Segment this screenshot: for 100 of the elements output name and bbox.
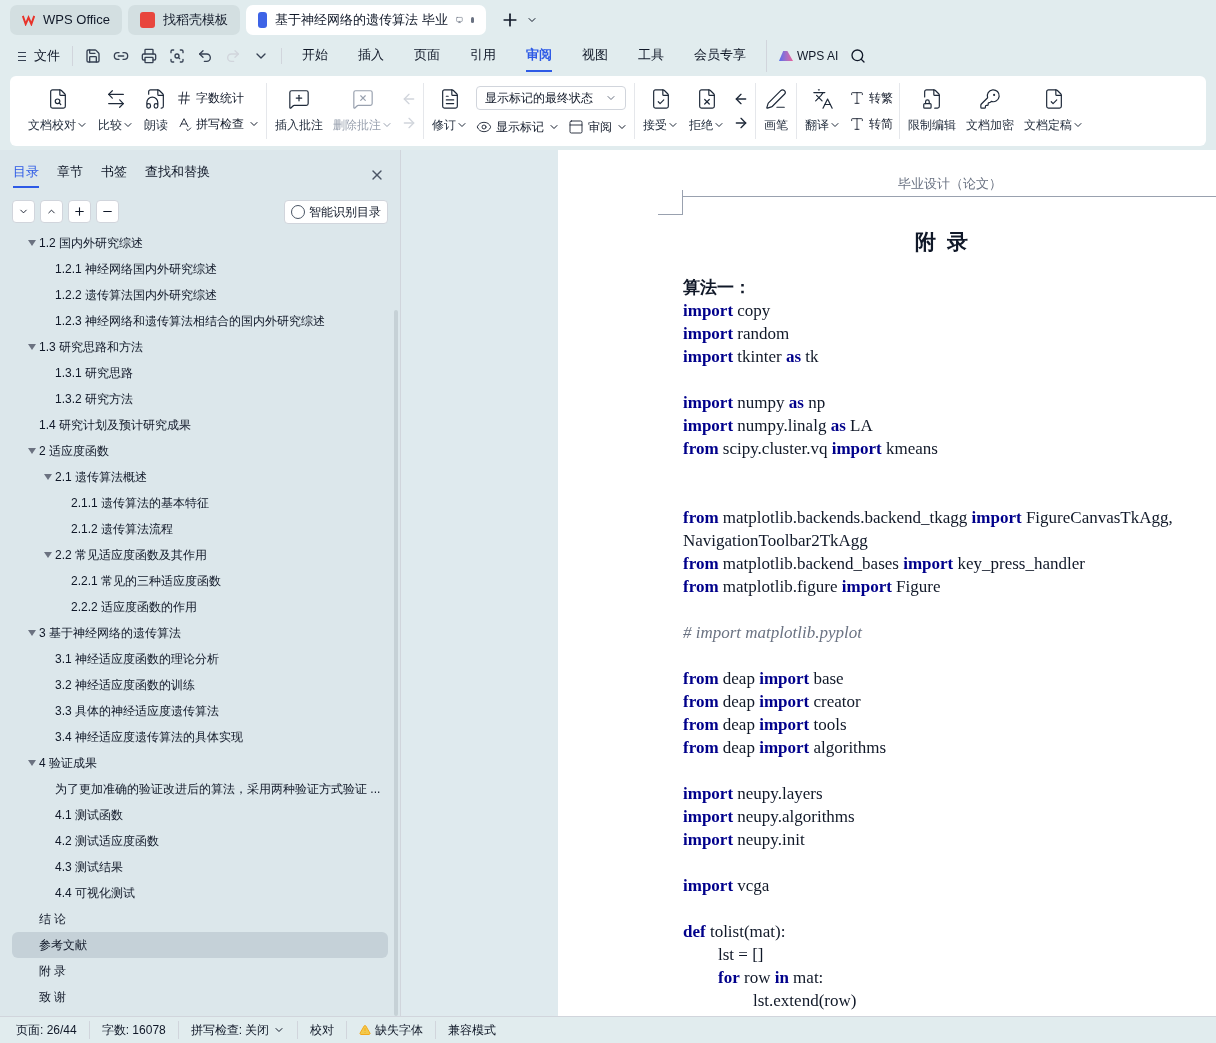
code-line: import neupy.init <box>683 829 806 851</box>
code-line: import neupy.layers <box>683 783 824 805</box>
expanded-triangle-icon[interactable] <box>44 551 52 558</box>
outline-item[interactable]: 1.2.1 神经网络国内外研究综述 <box>12 255 388 282</box>
ribbon-button[interactable]: 限制编辑 <box>906 88 958 134</box>
page-header: 毕业设计（论文） <box>683 174 1216 197</box>
outline-item[interactable]: 2.1.2 遗传算法流程 <box>12 515 388 542</box>
page-title: 附 录 <box>914 228 969 256</box>
sidebar-tab[interactable]: 查找和替换 <box>145 162 210 188</box>
expanded-triangle-icon[interactable] <box>28 239 36 246</box>
ribbon-button[interactable]: 文档定稿 <box>1022 88 1086 134</box>
search-icon[interactable] <box>850 48 867 64</box>
menu-tab[interactable]: 审阅 <box>526 40 552 72</box>
outline-item[interactable]: 1.3.1 研究思路 <box>12 359 388 386</box>
outline-item[interactable]: 1.4 研究计划及预计研究成果 <box>12 411 388 438</box>
previous-icon[interactable] <box>733 91 749 107</box>
sidebar-tab[interactable]: 目录 <box>13 162 39 188</box>
menu-tab[interactable]: 引用 <box>470 40 496 72</box>
outline-item[interactable]: 2 适应度函数 <box>12 437 388 464</box>
status-item[interactable]: 兼容模式 <box>435 1021 509 1039</box>
window-tab[interactable]: WPS Office <box>10 5 122 35</box>
smart-toc-button[interactable]: 智能识别目录 <box>284 199 388 224</box>
window-tab[interactable]: 找稻壳模板 <box>128 5 240 35</box>
expanded-triangle-icon[interactable] <box>28 759 36 766</box>
expanded-triangle-icon[interactable] <box>28 447 36 454</box>
sidebar-tab[interactable]: 章节 <box>57 162 83 188</box>
menu-tab[interactable]: 视图 <box>582 40 608 72</box>
ribbon-button[interactable]: 拼写检查 <box>176 115 260 133</box>
ribbon-button[interactable]: 比较 <box>96 88 136 134</box>
menu-tab[interactable]: 工具 <box>638 40 664 72</box>
outline-item[interactable]: 3.4 神经适应度遗传算法的具体实现 <box>12 723 388 750</box>
outline-item[interactable]: 4.2 测试适应度函数 <box>12 827 388 854</box>
outline-item[interactable]: 2.1 遗传算法概述 <box>12 463 388 490</box>
print-preview-icon[interactable] <box>169 48 185 64</box>
status-item: 页面: 26/44 <box>16 1022 78 1039</box>
ribbon-button[interactable]: 显示标记 <box>476 118 560 136</box>
sidebar-tab[interactable]: 书签 <box>101 162 127 188</box>
ai-button[interactable]: WPS AI <box>767 47 839 65</box>
outline-item[interactable]: 1.2.3 神经网络和遗传算法相结合的国内外研究综述 <box>12 307 388 334</box>
outline-item[interactable]: 2.2 常见适应度函数及其作用 <box>12 541 388 568</box>
outline-item[interactable]: 2.2.2 适应度函数的作用 <box>12 593 388 620</box>
code-line: from scipy.cluster.vq import kmeans <box>683 438 939 460</box>
menu-tab[interactable]: 页面 <box>414 40 440 72</box>
expanded-triangle-icon[interactable] <box>28 629 36 636</box>
ribbon-button[interactable]: 审阅 <box>568 118 628 136</box>
window-tab[interactable]: 基于神经网络的遗传算法 毕业 <box>246 5 486 35</box>
outline-item[interactable]: 致 谢 <box>12 983 388 1010</box>
ribbon-button[interactable]: 文档加密 <box>964 88 1016 134</box>
outline-item[interactable]: 3.3 具体的神经适应度遗传算法 <box>12 697 388 724</box>
ribbon-button[interactable]: 朗读 <box>142 88 170 134</box>
undo-icon[interactable] <box>197 48 213 64</box>
menu-tab[interactable]: 插入 <box>358 40 384 72</box>
outline-item[interactable]: 结 论 <box>12 905 388 932</box>
outline-item[interactable]: 2.2.1 常见的三种适应度函数 <box>12 567 388 594</box>
code-line: import numpy as np <box>683 392 827 414</box>
ribbon-button[interactable]: 画笔 <box>762 88 790 134</box>
warning-icon <box>359 1024 372 1036</box>
ribbon-button[interactable]: 拒绝 <box>687 88 727 134</box>
menu-tab[interactable]: 开始 <box>302 40 328 72</box>
status-item[interactable]: 缺失字体 <box>346 1021 436 1039</box>
ribbon-button[interactable]: 转简 <box>849 115 893 133</box>
outline-item[interactable]: 4.1 测试函数 <box>12 801 388 828</box>
outline-item[interactable]: 为了更加准确的验证改进后的算法，采用两种验证方式验证 ... <box>12 775 388 802</box>
ribbon-button[interactable]: 修订 <box>430 88 470 134</box>
outline-item[interactable]: 4.4 可视化测试 <box>12 879 388 906</box>
outline-item[interactable]: 附 录 <box>12 957 388 984</box>
outline-item[interactable]: 1.3.2 研究方法 <box>12 385 388 412</box>
outline-item[interactable]: 4 验证成果 <box>12 749 388 776</box>
ribbon-button[interactable]: 插入批注 <box>273 88 325 134</box>
ribbon-icon <box>812 88 834 110</box>
save-icon[interactable] <box>85 48 101 64</box>
ribbon-icon <box>145 88 167 110</box>
outline-item[interactable]: 参考文献 <box>12 931 388 958</box>
outline-item[interactable]: 1.2 国内外研究综述 <box>12 229 388 256</box>
status-item[interactable]: 校对 <box>297 1021 347 1039</box>
print-icon[interactable] <box>141 48 157 64</box>
corner-mark <box>658 190 683 215</box>
outline-item[interactable]: 3.1 神经适应度函数的理论分析 <box>12 645 388 672</box>
outline-item[interactable]: 1.2.2 遗传算法国内外研究综述 <box>12 281 388 308</box>
outline-item[interactable]: 3.2 神经适应度函数的训练 <box>12 671 388 698</box>
outline-item[interactable]: 3 基于神经网络的遗传算法 <box>12 619 388 646</box>
expanded-triangle-icon[interactable] <box>28 343 36 350</box>
ribbon-button[interactable]: 字数统计 <box>176 89 260 107</box>
outline-item[interactable]: 1.3 研究思路和方法 <box>12 333 388 360</box>
markup-select[interactable]: 显示标记的最终状态 <box>476 86 626 110</box>
ribbon-icon <box>176 116 192 132</box>
ribbon-button[interactable]: 文档校对 <box>26 88 90 134</box>
next-icon[interactable] <box>733 115 749 131</box>
file-menu[interactable]: 文件 <box>18 46 73 66</box>
add-button[interactable] <box>68 200 91 223</box>
code-line: from deap import base <box>683 668 845 690</box>
expanded-triangle-icon[interactable] <box>44 473 52 480</box>
ribbon-button[interactable]: 接受 <box>641 88 681 134</box>
ribbon-button[interactable]: 翻译 <box>803 88 843 134</box>
outline-item[interactable]: 2.1.1 遗传算法的基本特征 <box>12 489 388 516</box>
menu-tab[interactable]: 会员专享 <box>694 40 746 72</box>
ribbon-button[interactable]: 转繁 <box>849 89 893 107</box>
status-item[interactable]: 拼写检查: 关闭 <box>177 1021 298 1039</box>
document-icon <box>258 12 268 28</box>
outline-item[interactable]: 4.3 测试结果 <box>12 853 388 880</box>
